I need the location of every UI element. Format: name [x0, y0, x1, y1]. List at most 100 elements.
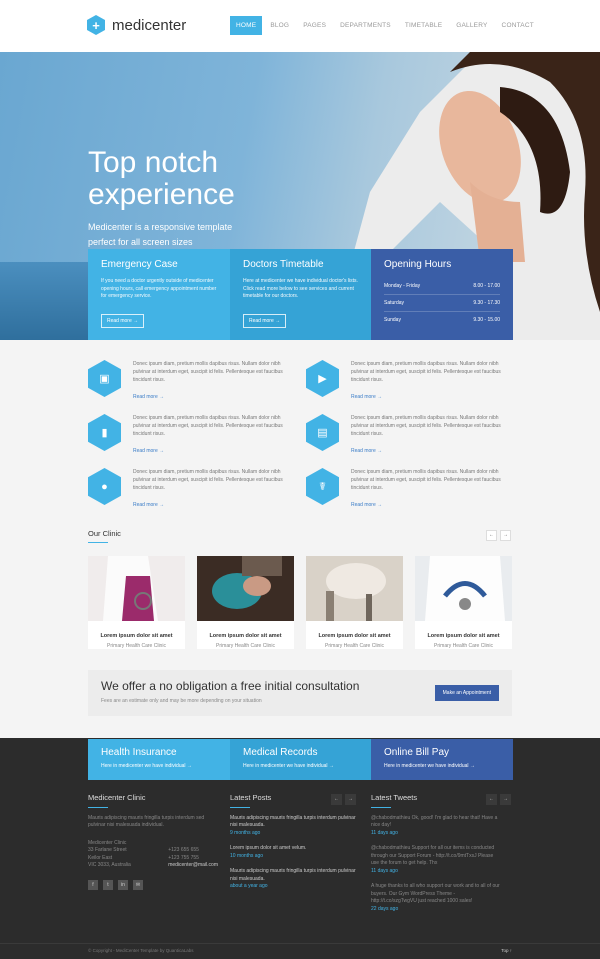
- timetable-text: Here at medicenter we have individual do…: [243, 278, 358, 299]
- post-item[interactable]: Lorem ipsum dolor sit amet velum. 10 mont…: [230, 845, 360, 860]
- copyright-bar: © Copyright - MediCenter Template by Qua…: [0, 943, 600, 959]
- footer-latest-tweets: Latest Tweets @chabodmathieu Ok, good! I…: [371, 794, 501, 921]
- hero-title: Top notch experience: [88, 146, 235, 211]
- linkedin-icon[interactable]: in: [118, 879, 128, 890]
- posts-arrows: ← →: [331, 794, 356, 805]
- tweet-date: 11 days ago: [371, 867, 398, 874]
- tweet-item: A huge thanks to all who support our wor…: [371, 883, 501, 913]
- timetable-box: Doctors Timetable Here at medicenter we …: [230, 249, 372, 340]
- clinic-card[interactable]: Lorem ipsum dolor sit amet Primary Healt…: [197, 556, 294, 649]
- tweet-date: 22 days ago: [371, 905, 399, 912]
- header: + medicenter HOME BLOG PAGES DEPARTMENTS…: [0, 0, 600, 52]
- timetable-read-more-button[interactable]: Read more →: [243, 313, 287, 328]
- post-text: Mauris adipiscing mauris fringilla turpi…: [230, 868, 356, 882]
- tweets-arrows: ← →: [486, 794, 511, 805]
- clinic-card-image: [415, 556, 512, 621]
- posts-next-arrow-icon[interactable]: →: [345, 794, 356, 805]
- clinic-next-arrow-icon[interactable]: →: [500, 530, 511, 541]
- opening-hours-box: Opening Hours Monday - Friday 8.00 - 17.0…: [371, 249, 513, 340]
- tweets-prev-arrow-icon[interactable]: ←: [486, 794, 497, 805]
- footer-latest-posts: Latest Posts Mauris adipiscing mauris fr…: [230, 794, 360, 899]
- clinic-card[interactable]: Lorem ipsum dolor sit amet Primary Healt…: [88, 556, 185, 649]
- emergency-text: If you need a doctor urgently outside of…: [101, 278, 217, 299]
- clinic-card-subtitle: Primary Health Care Clinic: [216, 643, 275, 649]
- clinic-card-title: Lorem ipsum dolor sit amet: [318, 633, 391, 639]
- footer-contact-info: Medicenter Clinic 33 Farlane Street Keil…: [88, 840, 218, 870]
- posts-prev-arrow-icon[interactable]: ←: [331, 794, 342, 805]
- caduceus-icon: ☤: [306, 468, 339, 505]
- tweets-next-arrow-icon[interactable]: →: [500, 794, 511, 805]
- health-insurance-link[interactable]: Here in medicenter we have individual →: [101, 763, 217, 769]
- footer-title-underline: [230, 806, 250, 808]
- social-links: f t in ✉: [88, 879, 218, 890]
- nav-pages[interactable]: PAGES: [297, 16, 332, 35]
- clinic-card[interactable]: Lorem ipsum dolor sit amet Primary Healt…: [306, 556, 403, 649]
- nav-departments[interactable]: DEPARTMENTS: [334, 16, 397, 35]
- post-text: Lorem ipsum dolor sit amet velum.: [230, 845, 307, 851]
- health-insurance-box[interactable]: Health Insurance Here in medicenter we h…: [88, 739, 230, 780]
- clinic-card[interactable]: Lorem ipsum dolor sit amet Primary Healt…: [415, 556, 512, 649]
- post-date: about a year ago: [230, 883, 268, 889]
- nav-gallery[interactable]: GALLERY: [450, 16, 493, 35]
- users-icon: ●: [88, 468, 121, 505]
- clinic-card-title: Lorem ipsum dolor sit amet: [100, 633, 173, 639]
- feature-text: Donec ipsum diam, pretium mollis dapibus…: [133, 415, 283, 437]
- feature-item: ● Donec ipsum diam, pretium mollis dapib…: [88, 468, 293, 518]
- mail-icon[interactable]: ✉: [133, 879, 143, 890]
- hours-row: Sunday 9.30 - 15.00: [384, 312, 500, 328]
- medical-records-link[interactable]: Here in medicenter we have individual →: [243, 763, 359, 769]
- video-icon: ▶: [306, 360, 339, 397]
- emergency-read-more-button[interactable]: Read more →: [101, 313, 145, 328]
- nav-home[interactable]: HOME: [230, 16, 263, 35]
- online-bill-pay-title: Online Bill Pay: [384, 747, 450, 758]
- address-street: 33 Farlane Street: [88, 847, 127, 853]
- facebook-icon[interactable]: f: [88, 879, 98, 890]
- hours-day: Sunday: [384, 317, 401, 323]
- post-item[interactable]: Mauris adipiscing mauris fringilla turpi…: [230, 868, 360, 891]
- medical-records-title: Medical Records: [243, 747, 318, 758]
- clinic-card-image: [88, 556, 185, 621]
- hours-day: Saturday: [384, 300, 405, 306]
- tweet-text: A huge thanks to all who support our wor…: [371, 883, 500, 904]
- feature-read-more-link[interactable]: Read more →: [351, 394, 382, 400]
- twitter-icon[interactable]: t: [103, 879, 113, 890]
- image-icon: ▣: [88, 360, 121, 397]
- feature-item: ▣ Donec ipsum diam, pretium mollis dapib…: [88, 360, 293, 410]
- logo[interactable]: + medicenter: [87, 15, 186, 35]
- address-city: Keilor East: [88, 854, 113, 861]
- feature-read-more-link[interactable]: Read more →: [133, 502, 164, 508]
- feature-text: Donec ipsum diam, pretium mollis dapibus…: [351, 469, 501, 491]
- feature-read-more-link[interactable]: Read more →: [133, 448, 164, 454]
- post-text: Mauris adipiscing mauris fringilla turpi…: [230, 814, 356, 829]
- nav-contact[interactable]: CONTACT: [496, 16, 540, 35]
- online-bill-pay-link[interactable]: Here in medicenter we have individual →: [384, 763, 500, 769]
- feature-read-more-link[interactable]: Read more →: [351, 502, 382, 508]
- tweet-text: @chabodmathieu Support for all our items…: [371, 845, 495, 866]
- medical-records-box[interactable]: Medical Records Here in medicenter we ha…: [230, 739, 372, 780]
- footer: Health Insurance Here in medicenter we h…: [0, 738, 600, 959]
- clinic-prev-arrow-icon[interactable]: ←: [486, 530, 497, 541]
- opening-hours-title: Opening Hours: [384, 259, 452, 270]
- email-link[interactable]: medicenter@mail.com: [168, 862, 218, 870]
- clinic-card-image: [306, 556, 403, 621]
- nav-timetable[interactable]: TIMETABLE: [399, 16, 448, 35]
- make-appointment-button[interactable]: Make an Appointment: [434, 685, 499, 701]
- copyright-text: © Copyright - MediCenter Template by Qua…: [88, 948, 194, 953]
- consultation-title: We offer a no obligation a free initial …: [101, 679, 360, 693]
- nav-blog[interactable]: BLOG: [264, 16, 295, 35]
- clinic-card-title: Lorem ipsum dolor sit amet: [427, 633, 500, 639]
- online-bill-pay-box[interactable]: Online Bill Pay Here in medicenter we ha…: [371, 739, 513, 780]
- post-item[interactable]: Mauris adipiscing mauris fringilla turpi…: [230, 815, 360, 838]
- feature-read-more-link[interactable]: Read more →: [351, 448, 382, 454]
- feature-item: ▶ Donec ipsum diam, pretium mollis dapib…: [306, 360, 511, 410]
- feature-read-more-link[interactable]: Read more →: [133, 394, 164, 400]
- logo-text: medicenter: [112, 16, 187, 34]
- address-name: Medicenter Clinic: [88, 839, 127, 846]
- back-to-top-link[interactable]: Top ↑: [501, 948, 512, 953]
- footer-about-title: Medicenter Clinic: [88, 793, 146, 802]
- clinic-section-title: Our Clinic: [88, 529, 121, 538]
- chart-icon: ▮: [88, 414, 121, 451]
- phone-2: +123 755 755: [168, 854, 199, 861]
- hours-time: 8.00 - 17.00: [473, 283, 500, 289]
- comment-icon: ▤: [306, 414, 339, 451]
